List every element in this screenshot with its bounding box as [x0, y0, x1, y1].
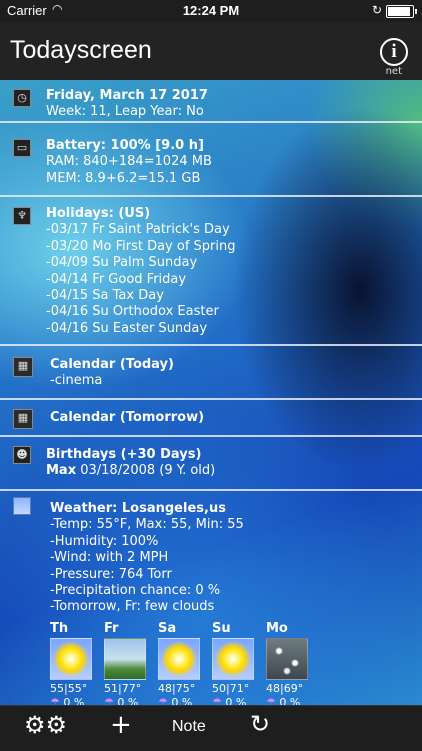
holiday-item: -04/16 Su Easter Sunday — [46, 320, 208, 336]
forecast-condition-icon — [104, 638, 146, 680]
battery-section[interactable]: ▭ Battery: 100% [9.0 h] RAM: 840+184=102… — [0, 123, 422, 197]
weather-title: Weather: Losangeles,us — [50, 501, 226, 516]
holiday-item: -03/17 Fr Saint Patrick's Day — [46, 222, 230, 238]
mem-info: MEM: 8.9+6.2=15.1 GB — [46, 170, 201, 186]
battery-title: Battery: 100% [9.0 h] — [46, 138, 204, 153]
umbrella-icon: ☂ — [266, 696, 280, 705]
holiday-item: -04/14 Fr Good Friday — [46, 271, 187, 287]
app-title: Todayscreen — [10, 36, 152, 64]
forecast-day-name: Mo — [266, 621, 288, 636]
info-icon[interactable]: i — [380, 38, 408, 66]
forecast-condition-icon — [50, 638, 92, 680]
weather-line: -Temp: 55°F, Max: 55, Min: 55 — [50, 517, 244, 533]
forecast-temps: 51|77° — [104, 682, 142, 695]
birthdays-title: Birthdays (+30 Days) — [46, 447, 202, 462]
birthdays-section[interactable]: ☻ Birthdays (+30 Days) Max 03/18/2008 (9… — [0, 437, 422, 491]
weather-line: -Humidity: 100% — [50, 533, 159, 549]
glass-icon: ♆ — [13, 207, 31, 225]
forecast-precip: 0 % — [279, 696, 301, 705]
note-button[interactable]: Note — [172, 718, 206, 736]
umbrella-icon: ☂ — [158, 696, 172, 705]
calendar-today-section[interactable]: ▦ Calendar (Today) -cinema — [0, 346, 422, 400]
nav-bar: Todayscreen i net — [0, 22, 422, 80]
forecast-temps: 48|75° — [158, 682, 196, 695]
forecast-temps: 55|55° — [50, 682, 88, 695]
umbrella-icon: ☂ — [212, 696, 226, 705]
date-week: Week: 11, Leap Year: No — [46, 104, 204, 120]
battery-status-icon — [386, 5, 417, 18]
plus-icon[interactable]: + — [110, 710, 132, 740]
forecast-precip: 0 % — [63, 696, 85, 705]
date-section[interactable]: ◷ Friday, March 17 2017 Week: 11, Leap Y… — [0, 80, 422, 123]
info-sub-label: net — [385, 66, 402, 77]
gears-icon[interactable]: ⚙⚙ — [24, 711, 67, 739]
holiday-item: -03/20 Mo First Day of Spring — [46, 238, 236, 254]
forecast-day-name: Sa — [158, 621, 177, 636]
weather-line: -Tomorrow, Fr: few clouds — [50, 599, 215, 615]
refresh-icon[interactable]: ↻ — [250, 710, 270, 738]
weather-icon — [13, 497, 31, 515]
forecast-temps: 48|69° — [266, 682, 304, 695]
forecast-day: Su 50|71° ☂ 0 % — [212, 621, 257, 705]
holiday-item: -04/09 Su Palm Sunday — [46, 255, 198, 271]
weather-line: -Pressure: 764 Torr — [50, 566, 172, 582]
forecast-day: Mo 48|69° ☂ 0 % — [266, 621, 311, 705]
calendar-icon: ▦ — [13, 409, 33, 429]
ram-info: RAM: 840+184=1024 MB — [46, 154, 212, 170]
today-list[interactable]: ◷ Friday, March 17 2017 Week: 11, Leap Y… — [0, 80, 422, 705]
umbrella-icon: ☂ — [104, 696, 118, 705]
holidays-title: Holidays: (US) — [46, 206, 151, 221]
calendar-tomorrow-title: Calendar (Tomorrow) — [50, 410, 205, 425]
forecast-precip: 0 % — [117, 696, 139, 705]
date-title: Friday, March 17 2017 — [46, 88, 208, 103]
forecast-precip: 0 % — [225, 696, 247, 705]
clock-icon: ◷ — [13, 89, 31, 107]
weather-line: -Wind: with 2 MPH — [50, 550, 169, 566]
forecast-condition-icon — [212, 638, 254, 680]
status-time: 12:24 PM — [182, 3, 240, 18]
forecast-temps: 50|71° — [212, 682, 250, 695]
person-icon: ☻ — [13, 446, 31, 464]
weather-line: -Precipitation chance: 0 % — [50, 583, 221, 599]
forecast-day-name: Fr — [104, 621, 119, 636]
rotation-lock-icon: ↻ — [371, 3, 382, 17]
calendar-icon: ▦ — [13, 357, 33, 377]
forecast-precip: 0 % — [171, 696, 193, 705]
forecast-day: Th 55|55° ☂ 0 % — [50, 621, 95, 705]
forecast-day-name: Su — [212, 621, 231, 636]
forecast-condition-icon — [158, 638, 200, 680]
calendar-tomorrow-section[interactable]: ▦ Calendar (Tomorrow) — [0, 400, 422, 437]
holiday-item: -04/15 Sa Tax Day — [46, 288, 164, 304]
holidays-section[interactable]: ♆ Holidays: (US) -03/17 Fr Saint Patrick… — [0, 197, 422, 346]
holiday-item: -04/16 Su Orthodox Easter — [46, 304, 219, 320]
birthday-name: Max — [46, 463, 77, 479]
forecast-day: Sa 48|75° ☂ 0 % — [158, 621, 203, 705]
forecast-day: Fr 51|77° ☂ 0 % — [104, 621, 149, 705]
bottom-toolbar: ⚙⚙ + Note ↻ — [0, 705, 422, 751]
calendar-today-item: -cinema — [50, 373, 103, 389]
birthday-detail: 03/18/2008 (9 Y. old) — [76, 463, 216, 479]
weather-section[interactable]: Weather: Losangeles,us -Temp: 55°F, Max:… — [0, 491, 422, 705]
forecast-day-name: Th — [50, 621, 69, 636]
battery-icon: ▭ — [13, 139, 31, 157]
umbrella-icon: ☂ — [50, 696, 64, 705]
status-bar: Carrier ◠ 12:24 PM ↻ — [0, 0, 422, 22]
forecast-condition-icon — [266, 638, 308, 680]
calendar-today-title: Calendar (Today) — [50, 357, 174, 372]
